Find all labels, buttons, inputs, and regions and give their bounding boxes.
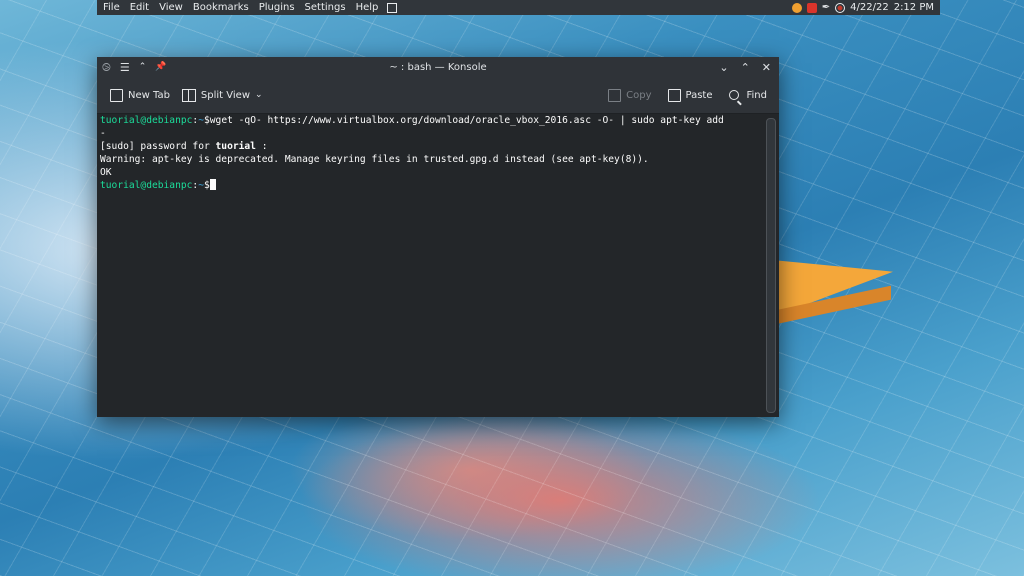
paste-button[interactable]: Paste: [662, 88, 719, 102]
paste-label: Paste: [685, 89, 713, 101]
terminal-app-icon: ⧁: [102, 60, 111, 74]
record-icon[interactable]: [835, 2, 846, 13]
new-tab-icon: [110, 88, 123, 102]
menu-bookmarks[interactable]: Bookmarks: [188, 0, 254, 15]
menu-settings[interactable]: Settings: [300, 0, 351, 15]
search-icon: [728, 90, 739, 100]
menu-edit[interactable]: Edit: [125, 0, 154, 15]
terminal-output[interactable]: tuorial@debianpc:~$ wget -qO- https://www…: [97, 114, 779, 417]
sudo-prompt-suffix: :: [255, 141, 268, 152]
terminal-line: Warning: apt-key is deprecated. Manage k…: [100, 154, 649, 165]
prompt-user-host: tuorial@debianpc: [100, 115, 193, 126]
notification-icon[interactable]: [791, 2, 802, 13]
terminal-line: -: [100, 128, 106, 139]
pin-icon[interactable]: 📌: [155, 62, 166, 73]
minimize-icon[interactable]: ⌄: [719, 62, 728, 73]
terminal-line: tuorial@debianpc:~$wget -qO- https://www…: [100, 114, 779, 127]
window-title: ~ : bash — Konsole: [389, 61, 487, 73]
split-view-label: Split View: [200, 89, 251, 101]
paste-icon: [667, 88, 681, 102]
title-bar[interactable]: ⧁ ☰ ⌃ 📌 ~ : bash — Konsole ⌄ ⌃ ✕: [97, 57, 779, 77]
sudo-user: tuorial: [215, 141, 256, 152]
copy-icon: [608, 88, 622, 102]
date[interactable]: 4/22/22: [850, 2, 889, 13]
sudo-prompt-text: [sudo] password for: [100, 141, 216, 152]
menu-plugins[interactable]: Plugins: [254, 0, 300, 15]
konsole-window: ⧁ ☰ ⌃ 📌 ~ : bash — Konsole ⌄ ⌃ ✕ New Tab…: [97, 57, 779, 417]
copy-button[interactable]: Copy: [602, 88, 657, 102]
command-text: wget -qO- https://www.virtualbox.org/dow…: [209, 115, 724, 126]
terminal-line: [sudo] password for tuorial :: [100, 140, 779, 153]
find-label: Find: [746, 89, 768, 101]
menu-help[interactable]: Help: [351, 0, 384, 15]
find-button[interactable]: Find: [723, 90, 774, 101]
text-cursor: [209, 179, 216, 190]
terminal-line: OK: [100, 167, 112, 178]
prompt-user-host: tuorial@debianpc: [100, 180, 193, 191]
updates-icon[interactable]: [806, 2, 817, 13]
chevron-down-icon: ⌄: [255, 89, 263, 100]
clock[interactable]: 2:12 PM: [894, 2, 934, 13]
new-tab-label: New Tab: [128, 89, 170, 101]
terminal-line: tuorial@debianpc:~$: [100, 179, 779, 192]
copy-label: Copy: [626, 89, 652, 101]
menu-file[interactable]: File: [97, 0, 125, 15]
hamburger-menu-icon[interactable]: ☰: [120, 62, 130, 73]
menu-view[interactable]: View: [154, 0, 188, 15]
toolbar: New Tab Split View ⌄ Copy Paste Find: [97, 77, 779, 114]
window-icon[interactable]: [387, 2, 398, 13]
keep-above-icon[interactable]: ⌃: [139, 62, 147, 73]
pen-icon[interactable]: ✒: [822, 2, 830, 13]
maximize-icon[interactable]: ⌃: [741, 62, 750, 73]
close-icon[interactable]: ✕: [762, 62, 771, 73]
split-view-icon: [181, 88, 196, 102]
scrollbar[interactable]: [766, 118, 776, 413]
system-tray: ✒ 4/22/22 2:12 PM: [791, 2, 940, 13]
top-menu-bar: File Edit View Bookmarks Plugins Setting…: [97, 0, 940, 15]
split-view-button[interactable]: Split View ⌄: [176, 88, 269, 102]
new-tab-button[interactable]: New Tab: [104, 88, 176, 102]
